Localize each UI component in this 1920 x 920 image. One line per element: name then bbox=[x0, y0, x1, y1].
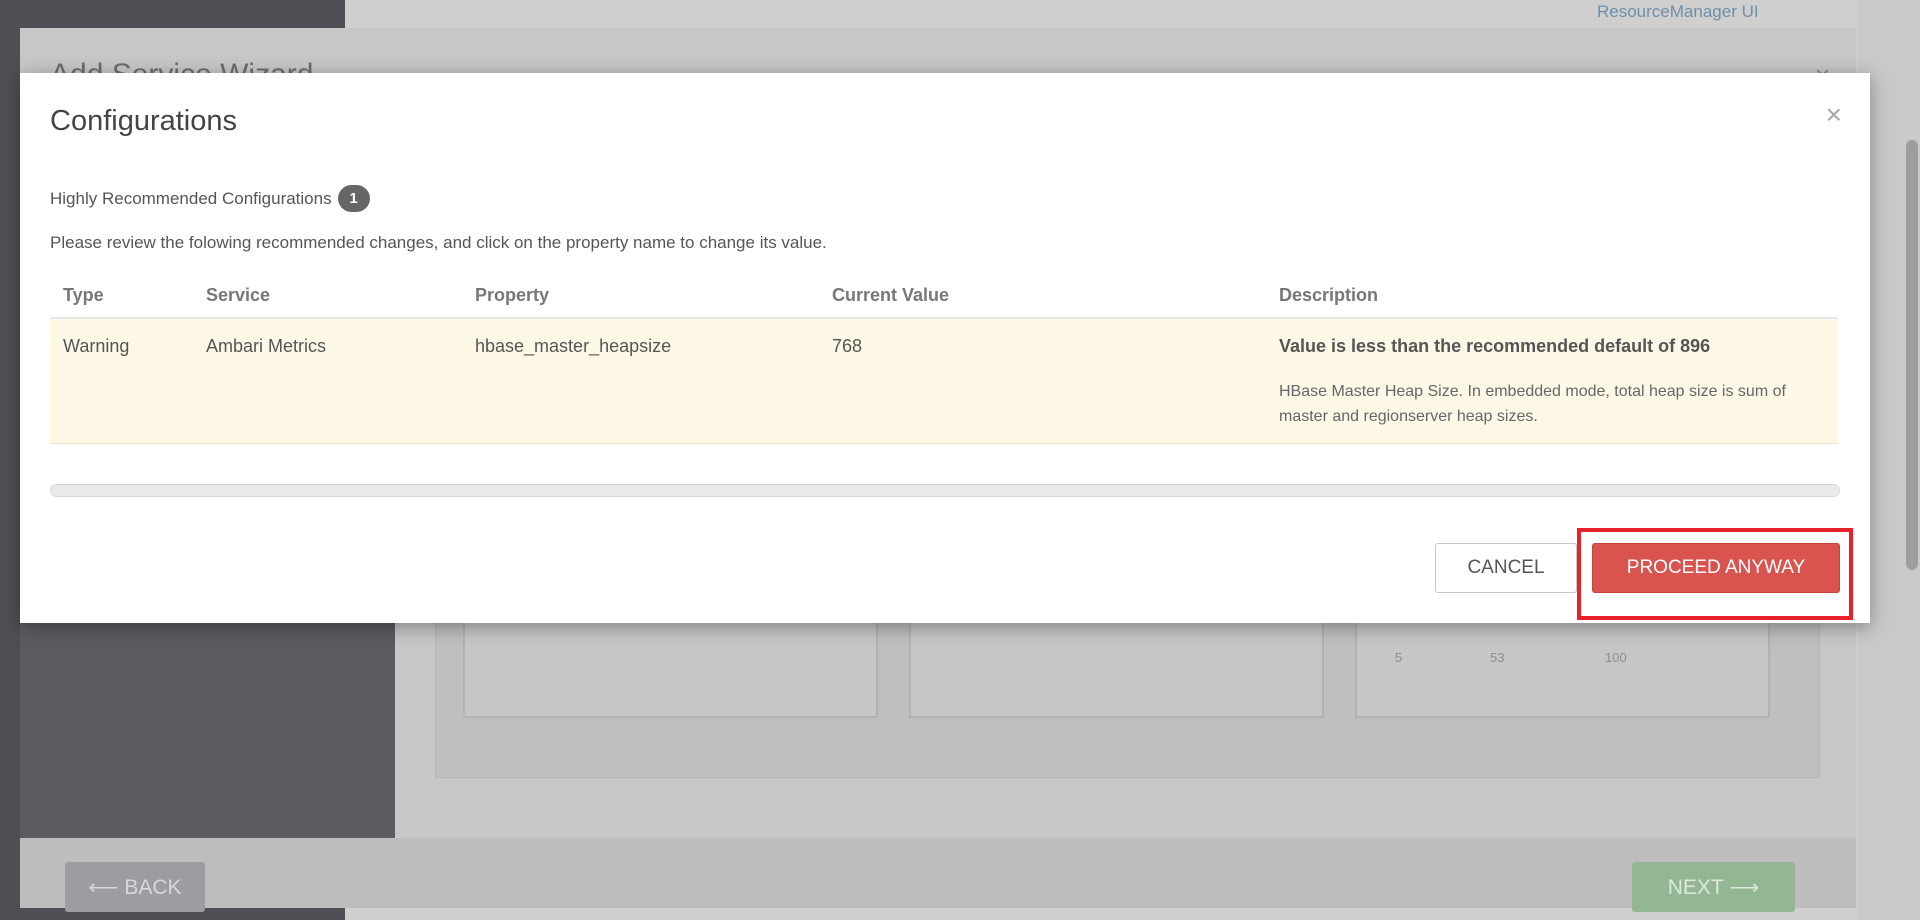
column-header-type: Type bbox=[50, 273, 193, 319]
slider-tick: 53 bbox=[1490, 650, 1505, 665]
column-header-service: Service bbox=[193, 273, 462, 319]
section-title: Highly Recommended Configurations bbox=[50, 188, 332, 208]
count-badge: 1 bbox=[337, 185, 370, 212]
instructions-text: Please review the folowing recommended c… bbox=[50, 233, 827, 252]
slider-tick: 100 bbox=[1605, 650, 1627, 665]
slider-tick: 5 bbox=[1395, 650, 1403, 665]
cell-service: Ambari Metrics bbox=[193, 318, 462, 444]
page-scrollbar[interactable] bbox=[1906, 140, 1918, 570]
dialog-title: Configurations bbox=[50, 105, 237, 137]
section-heading: Highly Recommended Configurations 1 bbox=[50, 185, 370, 212]
description-title: Value is less than the recommended defau… bbox=[1279, 336, 1711, 356]
column-header-current-value: Current Value bbox=[819, 273, 1266, 319]
column-header-description: Description bbox=[1266, 273, 1838, 319]
back-button[interactable]: ⟵ BACK bbox=[65, 862, 205, 912]
configurations-dialog: Configurations × Highly Recommended Conf… bbox=[20, 73, 1870, 623]
cell-current-value: 768 bbox=[819, 318, 1266, 444]
cancel-button[interactable]: CANCEL bbox=[1435, 543, 1577, 593]
cell-type: Warning bbox=[50, 318, 193, 444]
cell-property[interactable]: hbase_master_heapsize bbox=[462, 318, 819, 444]
description-text: HBase Master Heap Size. In embedded mode… bbox=[1279, 383, 1786, 425]
next-button[interactable]: NEXT ⟶ bbox=[1632, 862, 1795, 912]
proceed-anyway-button[interactable]: PROCEED ANYWAY bbox=[1592, 543, 1840, 593]
table-row: Warning Ambari Metrics hbase_master_heap… bbox=[50, 318, 1838, 444]
cell-description: Value is less than the recommended defau… bbox=[1266, 318, 1838, 444]
table-header-row: Type Service Property Current Value Desc… bbox=[50, 273, 1838, 319]
resourcemanager-ui-link[interactable]: ResourceManager UI bbox=[1597, 2, 1759, 22]
horizontal-scrollbar[interactable] bbox=[50, 484, 1840, 497]
wizard-footer: ⟵ BACK NEXT ⟶ bbox=[20, 838, 1856, 912]
recommendations-table: Type Service Property Current Value Desc… bbox=[50, 273, 1838, 444]
close-icon[interactable]: × bbox=[1826, 101, 1842, 129]
column-header-property: Property bbox=[462, 273, 819, 319]
